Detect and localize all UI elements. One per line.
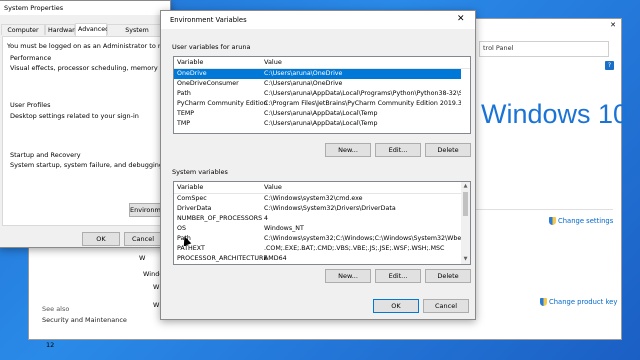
see-also-label: See also bbox=[42, 305, 70, 313]
variable-value: C:\Windows\System32\Drivers\DriverData bbox=[264, 205, 396, 212]
sysprops-cancel-button[interactable]: Cancel bbox=[124, 232, 162, 246]
fragment-w: W bbox=[153, 301, 160, 309]
close-icon[interactable]: ✕ bbox=[457, 14, 465, 24]
list-item[interactable]: OneDrive C:\Users\aruna\OneDrive bbox=[174, 69, 461, 79]
system-properties-window: System Properties Computer Name Hardware… bbox=[0, 0, 211, 248]
list-item[interactable]: PyCharm Community Edition C:\Program Fil… bbox=[174, 99, 461, 109]
system-variables-label: System variables bbox=[172, 168, 228, 176]
envvars-ok-button[interactable]: OK bbox=[373, 299, 419, 313]
list-item[interactable]: TMP C:\Users\aruna\AppData\Local\Temp bbox=[174, 119, 461, 129]
col-variable-header[interactable]: Variable bbox=[177, 182, 203, 193]
col-value-header[interactable]: Value bbox=[264, 57, 282, 68]
list-item[interactable]: PROCESSOR_ARCHITECTURE AMD64 bbox=[174, 254, 461, 264]
scroll-thumb[interactable] bbox=[463, 192, 468, 216]
variable-value: C:\Users\aruna\OneDrive bbox=[264, 80, 343, 87]
variable-name: OS bbox=[177, 225, 186, 232]
envvars-title: Environment Variables bbox=[170, 16, 247, 24]
variable-name: OneDrive bbox=[177, 70, 207, 77]
list-item[interactable]: OneDriveConsumer C:\Users\aruna\OneDrive bbox=[174, 79, 461, 89]
variable-name: OneDriveConsumer bbox=[177, 80, 239, 87]
col-value-header[interactable]: Value bbox=[264, 182, 282, 193]
change-settings-link[interactable]: Change settings bbox=[558, 217, 613, 225]
variable-name: PyCharm Community Edition bbox=[177, 100, 268, 107]
variable-name: DriverData bbox=[177, 205, 212, 212]
tab-computer-name[interactable]: Computer Name bbox=[1, 24, 45, 45]
search-text: trol Panel bbox=[483, 44, 514, 52]
envvars-cancel-button[interactable]: Cancel bbox=[423, 299, 469, 313]
scroll-down-icon[interactable]: ▼ bbox=[461, 255, 470, 264]
user-variables-list[interactable]: Variable Value OneDrive C:\Users\aruna\O… bbox=[173, 56, 471, 134]
shield-icon bbox=[549, 217, 556, 225]
user-edit-button[interactable]: Edit... bbox=[375, 143, 421, 157]
system-edit-button[interactable]: Edit... bbox=[375, 269, 421, 283]
list-item[interactable]: Path C:\Windows\system32;C:\Windows;C:\W… bbox=[174, 234, 461, 244]
variable-value: Windows_NT bbox=[264, 225, 304, 232]
sysprops-tabs: Computer Name Hardware Advanced System P… bbox=[1, 23, 169, 45]
list-item[interactable]: PATHEXT .COM;.EXE;.BAT;.CMD;.VBS;.VBE;.J… bbox=[174, 244, 461, 254]
user-delete-button[interactable]: Delete bbox=[425, 143, 471, 157]
list-item[interactable]: TEMP C:\Users\aruna\AppData\Local\Temp bbox=[174, 109, 461, 119]
variable-value: C:\Users\aruna\AppData\Local\Programs\Py… bbox=[264, 90, 461, 97]
help-icon[interactable]: ? bbox=[605, 61, 614, 70]
system-new-button[interactable]: New... bbox=[325, 269, 371, 283]
list-item[interactable]: ComSpec C:\Windows\system32\cmd.exe bbox=[174, 194, 461, 204]
user-new-button[interactable]: New... bbox=[325, 143, 371, 157]
variable-value: C:\Windows\system32;C:\Windows;C:\Window… bbox=[264, 235, 461, 242]
list-item[interactable]: DriverData C:\Windows\System32\Drivers\D… bbox=[174, 204, 461, 214]
scroll-up-icon[interactable]: ▲ bbox=[461, 182, 470, 191]
variable-name: NUMBER_OF_PROCESSORS bbox=[177, 215, 263, 222]
tab-advanced[interactable]: Advanced bbox=[75, 23, 109, 36]
security-maintenance-link[interactable]: Security and Maintenance bbox=[42, 316, 127, 324]
envvars-titlebar: Environment Variables ✕ bbox=[161, 11, 475, 29]
list-item[interactable]: NUMBER_OF_PROCESSORS 4 bbox=[174, 214, 461, 224]
system-variables-list[interactable]: Variable Value ComSpec C:\Windows\system… bbox=[173, 181, 471, 265]
tab-system-protection[interactable]: System Protection bbox=[107, 24, 167, 45]
col-variable-header[interactable]: Variable bbox=[177, 57, 203, 68]
sysprops-titlebar: System Properties bbox=[0, 1, 170, 15]
sysprops-title: System Properties bbox=[4, 4, 64, 12]
environment-variables-dialog: Environment Variables ✕ User variables f… bbox=[160, 10, 476, 320]
tab-hardware[interactable]: Hardware bbox=[45, 24, 78, 35]
variable-value: 4 bbox=[264, 215, 269, 222]
performance-title: Performance bbox=[10, 54, 52, 62]
variable-value: C:\Program Files\JetBrains\PyCharm Commu… bbox=[264, 100, 461, 107]
system-list-header: Variable Value bbox=[174, 182, 470, 194]
user-profiles-title: User Profiles bbox=[10, 101, 51, 109]
variable-name: PROCESSOR_ARCHITECTURE bbox=[177, 255, 268, 262]
startup-recovery-title: Startup and Recovery bbox=[10, 151, 81, 159]
fragment-number: 12 bbox=[46, 341, 55, 349]
variable-name: TMP bbox=[177, 120, 191, 127]
variable-value: C:\Users\aruna\AppData\Local\Temp bbox=[264, 120, 378, 127]
variable-value: .COM;.EXE;.BAT;.CMD;.VBS;.VBE;.JS;.JSE;.… bbox=[264, 245, 445, 252]
search-box[interactable]: trol Panel bbox=[479, 41, 609, 57]
fragment-w: W bbox=[153, 283, 160, 291]
list-item[interactable]: Path C:\Users\aruna\AppData\Local\Progra… bbox=[174, 89, 461, 99]
variable-value: C:\Windows\system32\cmd.exe bbox=[264, 195, 363, 202]
variable-value: AMD64 bbox=[264, 255, 287, 262]
sysprops-ok-button[interactable]: OK bbox=[82, 232, 120, 246]
system-delete-button[interactable]: Delete bbox=[425, 269, 471, 283]
variable-name: ComSpec bbox=[177, 195, 207, 202]
system-list-scrollbar[interactable]: ▲ ▼ bbox=[461, 182, 470, 264]
user-profiles-desc: Desktop settings related to your sign-in bbox=[10, 112, 139, 120]
variable-name: PATHEXT bbox=[177, 245, 205, 252]
variable-name: TEMP bbox=[177, 110, 195, 117]
user-variables-label: User variables for aruna bbox=[172, 43, 251, 51]
user-list-header: Variable Value bbox=[174, 57, 470, 69]
variable-value: C:\Users\aruna\OneDrive bbox=[264, 70, 343, 77]
windows10-logo: Windows 10 bbox=[481, 99, 629, 129]
list-item[interactable]: OS Windows_NT bbox=[174, 224, 461, 234]
shield-icon bbox=[540, 298, 547, 306]
variable-value: C:\Users\aruna\AppData\Local\Temp bbox=[264, 110, 378, 117]
sysprops-panel: You must be logged on as an Administrato… bbox=[2, 36, 211, 226]
controlpanel-close-button[interactable]: ✕ bbox=[607, 21, 619, 31]
fragment-w: W bbox=[139, 254, 146, 262]
change-product-key-link[interactable]: Change product key bbox=[549, 298, 617, 306]
variable-name: Path bbox=[177, 90, 191, 97]
